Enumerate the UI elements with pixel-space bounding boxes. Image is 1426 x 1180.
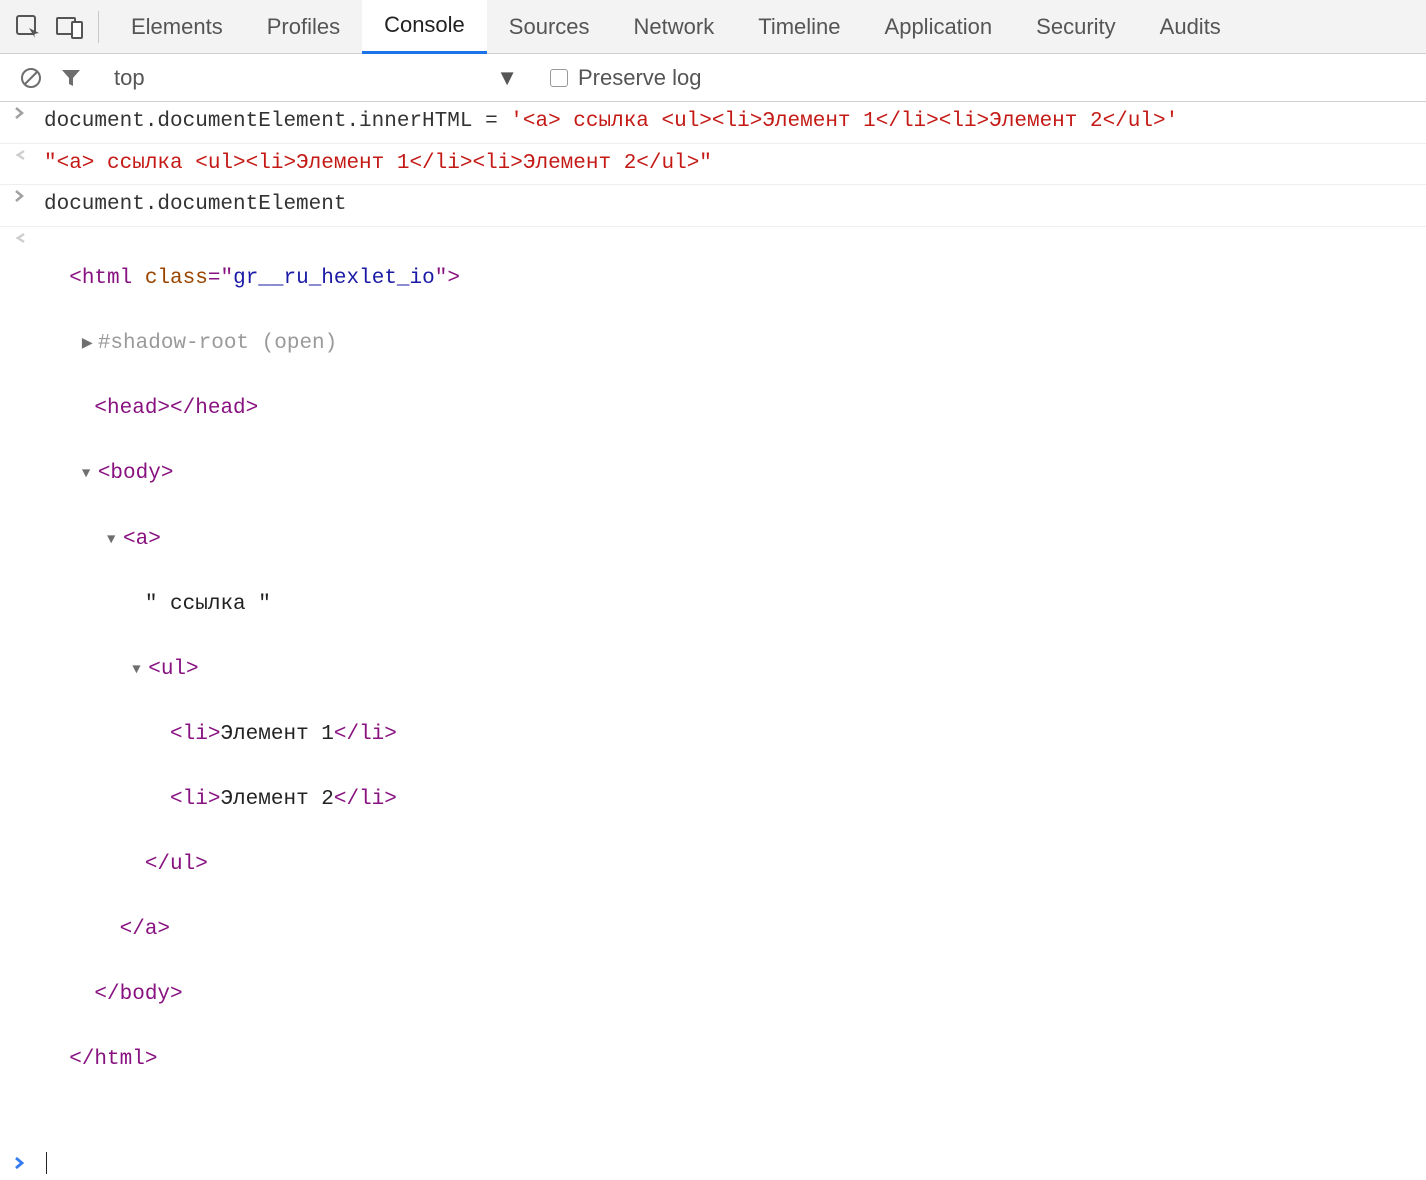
tab-profiles[interactable]: Profiles bbox=[245, 0, 362, 54]
tab-console[interactable]: Console bbox=[362, 0, 487, 54]
input-marker-icon bbox=[14, 189, 44, 203]
console-output: document.documentElement.innerHTML = '<a… bbox=[0, 102, 1426, 1146]
tab-timeline[interactable]: Timeline bbox=[736, 0, 862, 54]
tab-sources[interactable]: Sources bbox=[487, 0, 612, 54]
collapse-toggle-icon[interactable]: ▼ bbox=[132, 660, 146, 682]
chevron-down-icon: ▼ bbox=[496, 65, 518, 91]
dom-tree[interactable]: <html class="gr__ru_hexlet_io"> ▶#shadow… bbox=[44, 231, 1426, 1142]
collapse-toggle-icon[interactable]: ▼ bbox=[82, 464, 96, 486]
console-prompt[interactable] bbox=[0, 1146, 1426, 1180]
console-input-entry[interactable]: document.documentElement.innerHTML = '<a… bbox=[0, 102, 1426, 144]
context-label: top bbox=[114, 65, 145, 91]
preserve-log-label: Preserve log bbox=[578, 65, 702, 91]
console-input-text: document.documentElement bbox=[44, 189, 1426, 222]
preserve-log-checkbox[interactable]: Preserve log bbox=[550, 65, 702, 91]
tab-audits[interactable]: Audits bbox=[1138, 0, 1243, 54]
console-output-entry[interactable]: "<a> ссылка <ul><li>Элемент 1</li><li>Эл… bbox=[0, 144, 1426, 186]
collapse-toggle-icon[interactable]: ▼ bbox=[107, 530, 121, 552]
checkbox-box bbox=[550, 69, 568, 87]
console-toolbar: top ▼ Preserve log bbox=[0, 54, 1426, 102]
divider bbox=[98, 11, 99, 43]
tab-application[interactable]: Application bbox=[863, 0, 1015, 54]
tab-elements[interactable]: Elements bbox=[109, 0, 245, 54]
text-cursor bbox=[46, 1152, 47, 1174]
console-input-text: document.documentElement.innerHTML = '<a… bbox=[44, 106, 1426, 139]
console-input-entry[interactable]: document.documentElement bbox=[0, 185, 1426, 227]
output-marker-icon bbox=[14, 148, 44, 162]
clear-console-icon[interactable] bbox=[14, 61, 48, 95]
expand-toggle-icon[interactable]: ▶ bbox=[82, 334, 96, 356]
execution-context-select[interactable]: top ▼ bbox=[102, 58, 530, 98]
output-marker-icon bbox=[14, 231, 44, 245]
tab-network[interactable]: Network bbox=[612, 0, 737, 54]
tab-security[interactable]: Security bbox=[1014, 0, 1137, 54]
console-output-text: "<a> ссылка <ul><li>Элемент 1</li><li>Эл… bbox=[44, 148, 1426, 181]
console-output-entry[interactable]: <html class="gr__ru_hexlet_io"> ▶#shadow… bbox=[0, 227, 1426, 1146]
inspect-icon[interactable] bbox=[10, 9, 46, 45]
input-marker-icon bbox=[14, 106, 44, 120]
tabs-container: ElementsProfilesConsoleSourcesNetworkTim… bbox=[109, 0, 1243, 54]
devtools-tabbar: ElementsProfilesConsoleSourcesNetworkTim… bbox=[0, 0, 1426, 54]
device-mode-icon[interactable] bbox=[52, 9, 88, 45]
filter-icon[interactable] bbox=[54, 61, 88, 95]
prompt-marker-icon bbox=[14, 1156, 44, 1170]
